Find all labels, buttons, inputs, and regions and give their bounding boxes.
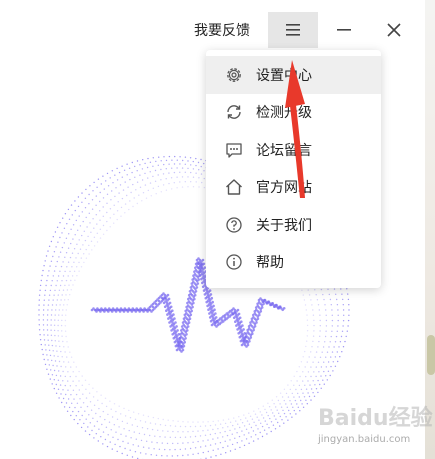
main-menu-dropdown: 设置中心 检测升级 论坛留言 官方网站 关于我们 帮助	[206, 50, 381, 288]
menu-item-settings[interactable]: 设置中心	[206, 56, 381, 94]
menu-item-label: 设置中心	[256, 67, 312, 84]
minimize-button[interactable]	[320, 12, 368, 48]
app-window: 我要反馈 设置中心 检测升级 论坛留言 官方网站 关于我们 帮助 Baidu经验…	[0, 0, 435, 459]
gear-icon	[224, 65, 244, 85]
close-button[interactable]	[370, 12, 418, 48]
watermark-url: jingyan.baidu.com	[318, 434, 411, 445]
menu-item-help[interactable]: 帮助	[206, 244, 381, 282]
watermark-brand: Baidu经验	[318, 406, 433, 431]
feedback-link[interactable]: 我要反馈	[194, 20, 250, 40]
refresh-icon	[224, 102, 244, 122]
menu-item-forum[interactable]: 论坛留言	[206, 131, 381, 169]
menu-button[interactable]	[268, 12, 318, 48]
menu-item-label: 关于我们	[256, 217, 312, 234]
chat-icon	[224, 140, 244, 160]
question-icon	[224, 215, 244, 235]
menu-item-website[interactable]: 官方网站	[206, 169, 381, 207]
menu-item-check-update[interactable]: 检测升级	[206, 94, 381, 132]
background-photo-strip	[425, 0, 435, 459]
hamburger-icon	[286, 24, 300, 36]
watermark: Baidu经验 jingyan.baidu.com	[318, 400, 433, 445]
menu-item-label: 帮助	[256, 255, 284, 272]
info-icon	[224, 252, 244, 272]
menu-item-label: 检测升级	[256, 105, 312, 122]
menu-item-label: 论坛留言	[256, 142, 312, 159]
home-icon	[224, 177, 244, 197]
minimize-icon	[337, 29, 351, 31]
close-icon	[387, 23, 401, 37]
title-bar: 我要反馈	[0, 0, 425, 48]
menu-item-label: 官方网站	[256, 180, 312, 197]
menu-item-about[interactable]: 关于我们	[206, 206, 381, 244]
leaf-image	[427, 335, 435, 375]
